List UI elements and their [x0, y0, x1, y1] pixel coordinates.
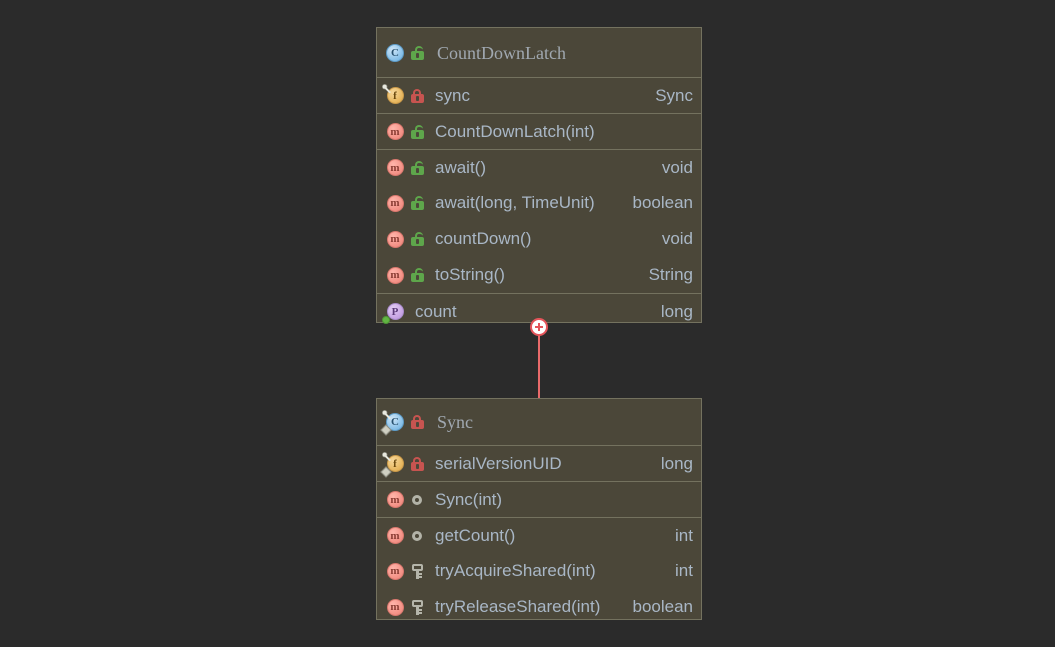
member-type: long	[660, 453, 693, 473]
member-type: Sync	[655, 85, 693, 105]
member-row-await[interactable]: m await() void	[377, 149, 701, 185]
member-row-tostring[interactable]: m toString() String	[377, 257, 701, 293]
lock-open-green-icon	[407, 229, 427, 249]
lock-closed-red-icon	[407, 412, 427, 432]
member-row-countdown[interactable]: m countDown() void	[377, 221, 701, 257]
protected-key-icon	[407, 561, 427, 581]
member-name: getCount()	[435, 525, 516, 545]
green-dot-badge	[382, 315, 390, 324]
class-header-countdownlatch[interactable]: C CountDownLatch	[377, 28, 701, 77]
property-icon: P	[382, 301, 406, 324]
member-row-serialversionuid[interactable]: f serialVersionUID long	[377, 445, 701, 481]
member-row-await-long-timeunit[interactable]: m await(long, TimeUnit) boolean	[377, 185, 701, 221]
member-type: int	[675, 561, 693, 580]
member-name: tryAcquireShared(int)	[435, 561, 596, 580]
class-header-sync[interactable]: C Sync	[377, 399, 701, 445]
lock-open-green-icon	[407, 122, 427, 142]
class-icon: C	[384, 42, 406, 64]
protected-key-icon	[407, 597, 427, 617]
method-icon: m	[384, 157, 406, 179]
field-icon: f	[382, 83, 406, 107]
static-badge	[382, 410, 391, 419]
member-row-sync[interactable]: f sync Sync	[377, 77, 701, 113]
member-row-tryreleaseshared[interactable]: m tryReleaseShared(int) boolean	[377, 589, 701, 625]
class-icon: C	[380, 410, 406, 436]
class-title: CountDownLatch	[437, 42, 566, 63]
lock-open-green-icon	[407, 43, 427, 63]
class-node-sync[interactable]: C Sync f serialVersionUID long m Sync(in…	[376, 398, 702, 620]
class-title: Sync	[437, 412, 473, 432]
lock-open-green-icon	[407, 158, 427, 178]
member-row-sync-ctor[interactable]: m Sync(int)	[377, 481, 701, 517]
member-row-tryacquireshared[interactable]: m tryAcquireShared(int) int	[377, 553, 701, 589]
method-icon: m	[384, 596, 406, 618]
package-private-icon	[407, 490, 427, 510]
member-name: await(long, TimeUnit)	[435, 193, 595, 212]
lock-open-green-icon	[407, 265, 427, 285]
member-type: int	[675, 525, 693, 545]
lock-open-green-icon	[407, 193, 427, 213]
method-icon: m	[384, 192, 406, 214]
class-node-countdownlatch[interactable]: C CountDownLatch f sync Sync m CountDown…	[376, 27, 702, 324]
member-name: sync	[435, 85, 470, 105]
member-name: toString()	[435, 265, 505, 284]
member-name: tryReleaseShared(int)	[435, 597, 601, 616]
field-icon: f	[380, 451, 406, 478]
member-name: count	[415, 301, 457, 321]
method-icon: m	[384, 489, 406, 511]
lock-closed-red-icon	[407, 86, 427, 106]
member-name: CountDownLatch(int)	[435, 121, 595, 141]
member-type: boolean	[632, 597, 693, 616]
static-badge	[382, 451, 391, 461]
plus-circle-marker[interactable]	[530, 318, 548, 336]
member-name: await()	[435, 157, 487, 177]
method-icon: m	[384, 228, 406, 250]
member-type: void	[661, 157, 693, 177]
method-icon: m	[384, 560, 406, 582]
member-type: String	[648, 265, 693, 284]
member-type: boolean	[632, 193, 693, 212]
method-icon: m	[384, 264, 406, 286]
member-name: serialVersionUID	[435, 453, 562, 473]
member-row-countdownlatch-ctor[interactable]: m CountDownLatch(int)	[377, 113, 701, 149]
package-private-icon	[407, 526, 427, 546]
method-icon: m	[384, 121, 406, 143]
member-row-getcount[interactable]: m getCount() int	[377, 517, 701, 553]
diagram-canvas[interactable]: C CountDownLatch f sync Sync m CountDown…	[0, 0, 1055, 647]
method-icon: m	[384, 525, 406, 547]
member-name: countDown()	[435, 229, 532, 248]
static-badge	[382, 83, 391, 93]
lock-closed-red-icon	[407, 454, 427, 474]
member-type: long	[660, 301, 693, 321]
member-type: void	[661, 229, 693, 248]
member-name: Sync(int)	[435, 489, 503, 509]
